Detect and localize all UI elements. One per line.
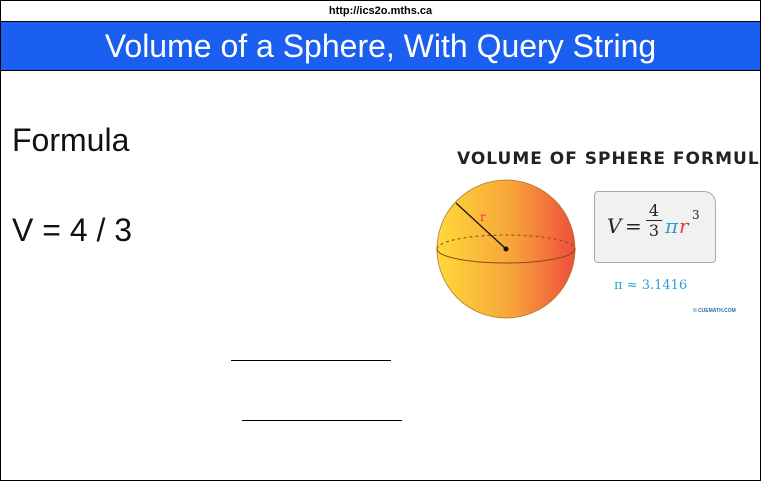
diagram-title: VOLUME OF SPHERE FORMULA: [457, 149, 761, 169]
formula-denominator: 3: [648, 221, 660, 240]
sphere-formula-image: VOLUME OF SPHERE FORMULA r V = 4 3 π r 3…: [429, 139, 760, 329]
formula-pi: π: [665, 214, 679, 238]
center-point: [503, 246, 509, 252]
answer-line-2: [242, 420, 402, 421]
formula-r: r: [679, 214, 689, 238]
url-bar[interactable]: http://ics2o.mths.ca: [1, 1, 760, 22]
image-credit: © CUEMATH.COM: [693, 308, 736, 314]
formula-exponent: 3: [692, 208, 700, 222]
formula-v: V: [607, 214, 622, 238]
page-title: Volume of a Sphere, With Query String: [1, 22, 760, 71]
page-frame: http://ics2o.mths.ca Volume of a Sphere,…: [0, 0, 761, 481]
volume-equation: V = 4 / 3: [12, 212, 133, 248]
radius-label: r: [480, 210, 486, 224]
formula-fraction: 4 3: [646, 201, 662, 240]
pi-approximation: π ≈ 3.1416: [614, 278, 688, 293]
formula-equals: =: [625, 214, 642, 238]
formula-box: V = 4 3 π r 3: [594, 191, 716, 263]
formula-numerator: 4: [646, 201, 662, 221]
answer-line-1: [231, 360, 391, 361]
formula-heading: Formula: [12, 122, 130, 158]
